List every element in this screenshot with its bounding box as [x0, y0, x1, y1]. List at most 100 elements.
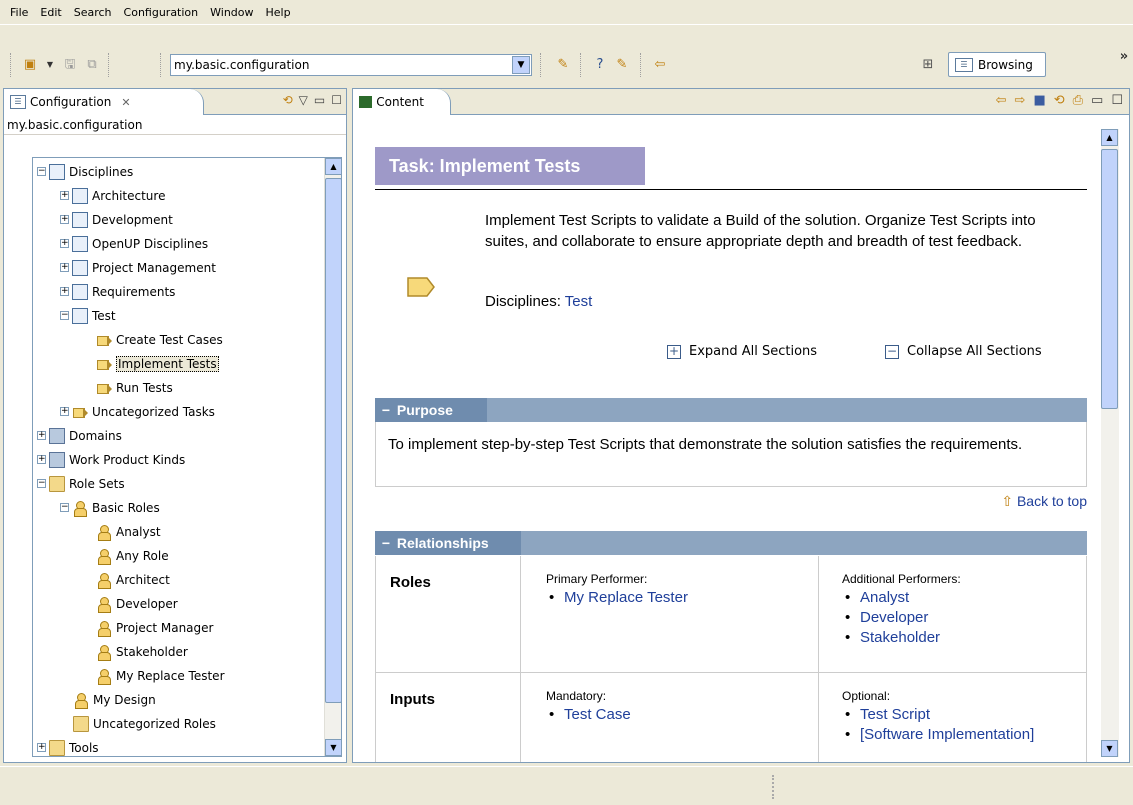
expand-icon[interactable]: +: [37, 431, 46, 440]
tree-item[interactable]: Project Manager: [96, 616, 213, 639]
scroll-thumb[interactable]: [325, 178, 341, 703]
tree-item[interactable]: − Disciplines: [37, 160, 133, 183]
expand-icon[interactable]: +: [60, 191, 69, 200]
tree-item[interactable]: Uncategorized Roles: [73, 712, 216, 735]
expand-all-sections-button[interactable]: + Expand All Sections: [667, 344, 817, 359]
new-dropdown-icon[interactable]: ▼: [40, 55, 60, 75]
scroll-up-button[interactable]: ▲: [325, 158, 341, 175]
tree-item[interactable]: Implement Tests: [96, 352, 219, 375]
configuration-tree[interactable]: ▲ ▼ − Disciplines + Architecture + Developmen…: [32, 157, 342, 757]
close-icon[interactable]: ✕: [121, 96, 130, 109]
menu-configuration[interactable]: Configuration: [118, 4, 205, 21]
collapse-icon[interactable]: −: [37, 167, 46, 176]
collapse-all-sections-button[interactable]: − Collapse All Sections: [885, 344, 1042, 359]
tree-item[interactable]: Stakeholder: [96, 640, 188, 663]
toolbar-overflow-icon[interactable]: »: [1114, 47, 1133, 67]
tree-item[interactable]: + Uncategorized Tasks: [60, 400, 215, 423]
tree-item[interactable]: Any Role: [96, 544, 169, 567]
scroll-down-button[interactable]: ▼: [325, 739, 341, 756]
relationship-link[interactable]: Analyst: [842, 588, 961, 608]
relationship-link[interactable]: [Software Implementation]: [842, 725, 1042, 745]
back-arrow-icon[interactable]: ⇦: [650, 55, 670, 75]
toolbar-grip[interactable]: [108, 53, 111, 77]
tab-content[interactable]: Content: [353, 89, 451, 115]
configuration-path: my.basic.configuration: [4, 115, 346, 135]
tree-item[interactable]: Architect: [96, 568, 170, 591]
content-scrollbar[interactable]: ▲ ▼: [1101, 129, 1119, 757]
view-menu-icon[interactable]: ▽: [299, 93, 308, 107]
toolbar-grip[interactable]: [640, 53, 643, 77]
collapse-icon[interactable]: −: [60, 503, 69, 512]
tree-item[interactable]: + Work Product Kinds: [37, 448, 185, 471]
collapse-icon[interactable]: −: [60, 311, 69, 320]
scroll-up-button[interactable]: ▲: [1101, 129, 1118, 146]
tree-item[interactable]: My Design: [73, 688, 156, 711]
new-icon[interactable]: ▣: [20, 55, 40, 75]
refresh-icon[interactable]: ⟲: [1054, 93, 1065, 108]
toolbar-grip[interactable]: [540, 53, 543, 77]
tree-item[interactable]: − Basic Roles: [60, 496, 160, 519]
toolbar-grip[interactable]: [580, 53, 583, 77]
maximize-icon[interactable]: ☐: [1111, 93, 1123, 108]
expand-icon[interactable]: +: [60, 239, 69, 248]
tab-configuration[interactable]: ☰ Configuration ✕: [4, 89, 204, 115]
tree-item[interactable]: + Architecture: [60, 184, 165, 207]
tree-item[interactable]: − Role Sets: [37, 472, 125, 495]
scroll-down-button[interactable]: ▼: [1101, 740, 1118, 757]
tree-item[interactable]: Create Test Cases: [96, 328, 223, 351]
expand-icon[interactable]: +: [37, 455, 46, 464]
expand-icon[interactable]: +: [37, 743, 46, 752]
perspective-browsing-button[interactable]: ☰ Browsing: [948, 52, 1046, 77]
chevron-down-icon[interactable]: ▼: [512, 56, 530, 74]
tree-item[interactable]: + Tools: [37, 736, 99, 756]
relationship-link[interactable]: Stakeholder: [842, 628, 961, 648]
toolbar-grip[interactable]: [10, 53, 13, 77]
open-perspective-icon[interactable]: ⊞: [918, 55, 938, 75]
discipline-link-test[interactable]: Test: [565, 293, 593, 310]
configuration-select[interactable]: my.basic.configuration ▼: [170, 54, 532, 76]
menu-help[interactable]: Help: [260, 4, 297, 21]
sync-icon[interactable]: ⟲: [283, 93, 293, 107]
scroll-thumb[interactable]: [1101, 149, 1118, 409]
menu-file[interactable]: File: [4, 4, 34, 21]
tree-item[interactable]: + Project Management: [60, 256, 216, 279]
forward-icon[interactable]: ⇨: [1015, 93, 1026, 108]
relationship-link[interactable]: Developer: [842, 608, 961, 628]
save-icon[interactable]: 🖫: [60, 55, 80, 75]
relationship-link[interactable]: Test Case: [546, 705, 631, 725]
save-all-icon[interactable]: ⧉: [82, 55, 102, 75]
collapse-icon[interactable]: −: [37, 479, 46, 488]
minimize-icon[interactable]: ▭: [314, 93, 325, 107]
relationships-section-header[interactable]: − Relationships: [375, 531, 1087, 555]
tree-item[interactable]: + Development: [60, 208, 173, 231]
tree-item[interactable]: Developer: [96, 592, 178, 615]
publish-icon[interactable]: ✎: [553, 55, 573, 75]
cheat-sheet-icon[interactable]: ✎: [612, 55, 632, 75]
tree-item[interactable]: My Replace Tester: [96, 664, 225, 687]
tree-item[interactable]: + Domains: [37, 424, 122, 447]
tree-item[interactable]: + OpenUP Disciplines: [60, 232, 208, 255]
menu-edit[interactable]: Edit: [34, 4, 67, 21]
help-icon[interactable]: ?: [590, 55, 610, 75]
toolbar-grip[interactable]: [160, 53, 163, 77]
maximize-icon[interactable]: ☐: [331, 93, 342, 107]
print-icon[interactable]: ⎙: [1073, 93, 1083, 108]
expand-icon[interactable]: +: [60, 287, 69, 296]
minimize-icon[interactable]: ▭: [1091, 93, 1103, 108]
purpose-section-header[interactable]: − Purpose: [375, 398, 1087, 422]
expand-icon[interactable]: +: [60, 407, 69, 416]
back-to-top-link[interactable]: ⇧ Back to top: [1001, 493, 1087, 510]
tree-scrollbar[interactable]: ▲ ▼: [324, 158, 341, 756]
relationship-link[interactable]: My Replace Tester: [546, 588, 688, 608]
tree-item[interactable]: − Test: [60, 304, 116, 327]
back-icon[interactable]: ⇦: [996, 93, 1007, 108]
menu-window[interactable]: Window: [204, 4, 259, 21]
tree-item[interactable]: + Requirements: [60, 280, 175, 303]
expand-icon[interactable]: +: [60, 215, 69, 224]
tree-item[interactable]: Analyst: [96, 520, 161, 543]
tree-item[interactable]: Run Tests: [96, 376, 173, 399]
relationship-link[interactable]: Test Script: [842, 705, 1042, 725]
stop-icon[interactable]: ■: [1033, 93, 1045, 108]
menu-search[interactable]: Search: [68, 4, 118, 21]
expand-icon[interactable]: +: [60, 263, 69, 272]
